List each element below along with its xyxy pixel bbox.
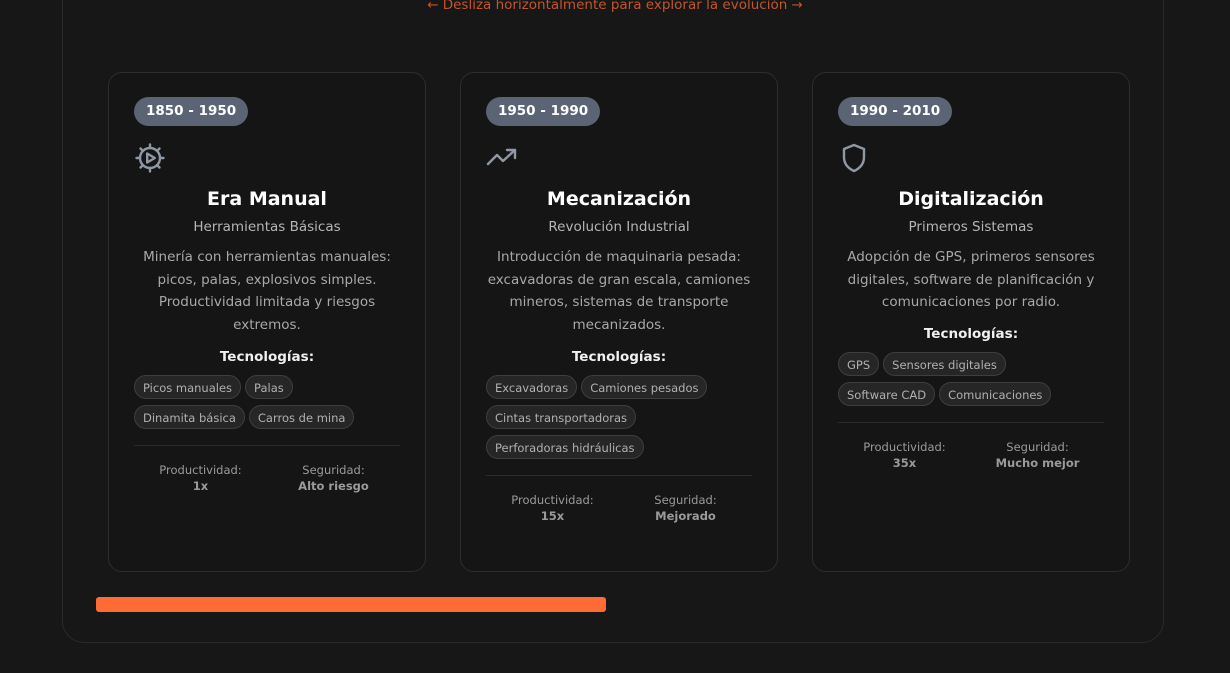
technology-tag: Comunicaciones [939, 382, 1052, 407]
card-description: Adopción de GPS, primeros sensores digit… [847, 249, 1095, 311]
productivity-label: Productividad: [863, 440, 946, 455]
gear-icon [134, 142, 166, 174]
period-badge: 1850 - 1950 [134, 97, 249, 126]
technologies-heading: Tecnologías: [571, 348, 667, 365]
divider [838, 422, 1104, 424]
card-title: Era Manual [207, 188, 327, 210]
technology-tags: GPS Sensores digitales Software CAD Comu… [838, 352, 1104, 407]
card-description: Introducción de maquinaria pesada: excav… [487, 249, 751, 334]
technology-tag: Palas [245, 374, 293, 399]
technologies-heading: Tecnologías: [923, 326, 1019, 343]
card-stats: Productividad: 15x Seguridad: Mejorado [486, 492, 752, 524]
technology-tag: Carros de mina [248, 404, 355, 429]
card-subtitle: Primeros Sistemas [908, 219, 1034, 235]
card-title: Mecanización [546, 188, 692, 210]
technologies-heading: Tecnologías: [219, 348, 315, 365]
divider [134, 444, 400, 446]
technology-tag: Sensores digitales [883, 352, 1006, 377]
technology-tag: Cintas transportadoras [486, 404, 637, 429]
safety-label: Seguridad: [1006, 440, 1069, 455]
technology-tag: GPS [838, 352, 880, 377]
technology-tags: Picos manuales Palas Dinamita básica Car… [134, 374, 400, 429]
technology-tag: Perforadoras hidráulicas [486, 434, 644, 459]
safety-stat: Seguridad: Mucho mejor [971, 439, 1104, 471]
safety-value: Mejorado [655, 508, 716, 523]
trending-up-icon [486, 142, 518, 174]
productivity-stat: Productividad: 35x [838, 439, 971, 471]
card-subtitle: Herramientas Básicas [193, 219, 341, 235]
card-stats: Productividad: 35x Seguridad: Mucho mejo… [838, 439, 1104, 471]
card-subtitle: Revolución Industrial [548, 219, 690, 235]
technology-tags: Excavadoras Camiones pesados Cintas tran… [486, 374, 752, 459]
productivity-stat: Productividad: 1x [134, 462, 267, 494]
productivity-value: 1x [192, 478, 209, 493]
card-stats: Productividad: 1x Seguridad: Alto riesgo [134, 462, 400, 494]
technology-tag: Camiones pesados [581, 374, 708, 399]
productivity-value: 15x [540, 508, 565, 523]
productivity-value: 35x [892, 456, 917, 471]
safety-label: Seguridad: [654, 492, 717, 507]
safety-stat: Seguridad: Mejorado [619, 492, 752, 524]
card-description: Minería con herramientas manuales: picos… [143, 249, 391, 334]
period-badge: 1950 - 1990 [486, 97, 601, 126]
safety-stat: Seguridad: Alto riesgo [267, 462, 400, 494]
technology-tag: Software CAD [838, 382, 936, 407]
timeline-card-manual[interactable]: 1850 - 1950 Era Manual Herramientas Bási… [108, 72, 426, 572]
timeline-card-digitalization[interactable]: 1990 - 2010 Digitalización Primeros Sist… [812, 72, 1130, 572]
period-badge: 1990 - 2010 [838, 97, 953, 126]
safety-value: Mucho mejor [995, 456, 1080, 471]
card-title: Digitalización [898, 188, 1044, 210]
scroll-hint: ← Desliza horizontalmente para explorar … [427, 0, 803, 13]
shield-icon [838, 142, 870, 174]
scroll-progress-bar[interactable] [96, 597, 606, 612]
divider [486, 474, 752, 476]
productivity-stat: Productividad: 15x [486, 492, 619, 524]
technology-tag: Excavadoras [486, 374, 578, 399]
technology-tag: Dinamita básica [134, 404, 245, 429]
productivity-label: Productividad: [511, 492, 594, 507]
technology-tag: Picos manuales [134, 374, 242, 399]
timeline-card-mechanization[interactable]: 1950 - 1990 Mecanización Revolución Indu… [460, 72, 778, 572]
safety-label: Seguridad: [302, 462, 365, 477]
productivity-label: Productividad: [159, 462, 242, 477]
safety-value: Alto riesgo [298, 478, 369, 493]
